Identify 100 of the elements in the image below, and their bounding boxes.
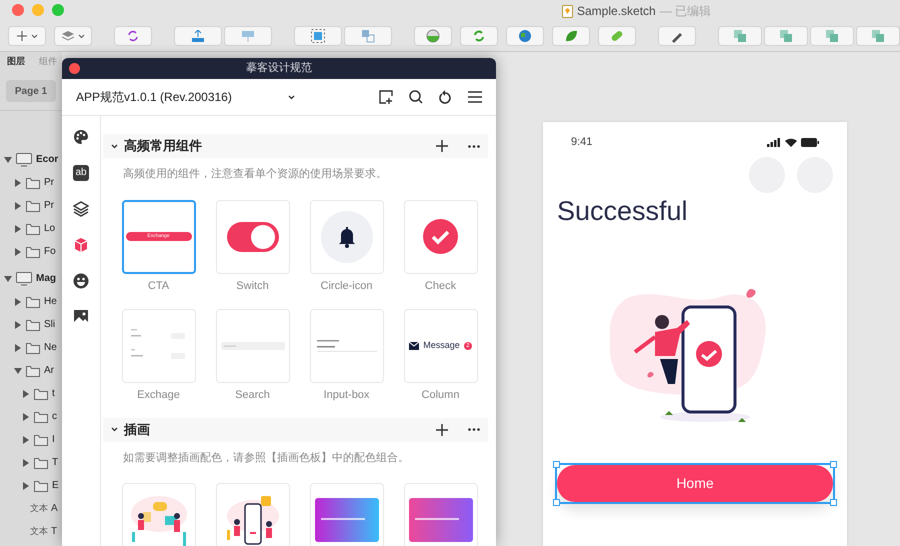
layer-name[interactable]: I — [52, 432, 55, 447]
layers-icon[interactable] — [73, 201, 89, 217]
component-label: Switch — [236, 278, 269, 294]
panel-tab[interactable]: 图层 — [7, 55, 25, 69]
smiley-icon[interactable] — [73, 273, 89, 289]
component-label: Input-box — [324, 388, 370, 403]
palette-icon[interactable] — [73, 129, 89, 145]
page-heading: Successful — [557, 194, 689, 228]
layer-name[interactable]: T — [51, 524, 58, 539]
monitor-icon — [16, 272, 32, 286]
folder-icon — [26, 176, 40, 188]
refresh-icon[interactable] — [439, 90, 452, 104]
layers-icon — [62, 31, 74, 41]
layer-name[interactable]: t — [52, 386, 55, 401]
selection-icon — [311, 29, 325, 43]
plus-icon[interactable] — [436, 424, 448, 436]
home-button[interactable]: Home — [557, 464, 833, 502]
cube-icon[interactable] — [73, 237, 89, 253]
caret-icon — [30, 34, 38, 38]
layer-name[interactable]: c — [52, 409, 57, 424]
layer-name[interactable]: Pr — [44, 175, 54, 190]
resize-handle[interactable] — [830, 460, 837, 468]
component-card[interactable] — [216, 483, 290, 546]
folder-icon — [26, 296, 40, 308]
resize-handle[interactable] — [830, 498, 837, 506]
section-header[interactable]: 高频常用组件 — [103, 134, 488, 158]
more-icon[interactable] — [468, 144, 480, 148]
envelope-icon — [409, 342, 420, 350]
leaf-icon — [564, 29, 578, 43]
globe-button[interactable] — [506, 26, 544, 46]
sync-icon — [127, 30, 139, 42]
half-circle-icon — [426, 29, 440, 43]
caret-icon — [78, 34, 84, 38]
layer-name[interactable]: E — [52, 478, 59, 493]
gradient-card-drawing — [408, 498, 472, 542]
layer-name[interactable]: Ar — [44, 363, 54, 378]
section-description: 高频使用的组件，注意查看单个资源的使用场景要求。 — [122, 166, 388, 182]
component-label: Exchage — [137, 388, 180, 403]
plus-icon[interactable] — [436, 140, 448, 152]
image-icon[interactable] — [73, 309, 89, 325]
section-header[interactable]: 插画 — [103, 418, 488, 442]
folder-icon — [26, 200, 40, 212]
shape-button[interactable] — [414, 26, 452, 46]
caret-icon — [288, 94, 295, 100]
leaf-button[interactable] — [552, 26, 590, 46]
text-style-icon[interactable]: ab — [73, 165, 89, 181]
group-button[interactable] — [294, 26, 342, 46]
edited-status: — 已编辑 — [660, 3, 712, 20]
layer-name[interactable]: Sli — [44, 317, 56, 332]
component-label: Column — [422, 388, 460, 403]
sync-button[interactable] — [114, 26, 152, 46]
overlap-icon — [733, 29, 747, 43]
more-icon[interactable] — [468, 428, 480, 431]
layer-name[interactable]: Pr — [44, 198, 54, 213]
layer-name[interactable]: Mag — [36, 271, 56, 286]
resize-handle[interactable] — [553, 460, 560, 468]
layer-name[interactable]: He — [44, 294, 57, 309]
globe-icon — [518, 29, 532, 43]
sync-button[interactable] — [460, 26, 498, 46]
folder-icon — [34, 388, 48, 400]
export-button[interactable] — [174, 26, 222, 46]
resize-handle[interactable] — [553, 498, 560, 506]
layers-button[interactable] — [54, 26, 92, 46]
layer-name[interactable]: Fo — [44, 244, 56, 259]
squares-icon — [361, 29, 375, 43]
search-icon[interactable] — [409, 90, 423, 104]
library-dropdown[interactable]: APP规范v1.0.1 (Rev.200316) — [76, 88, 295, 106]
section-title: 高频常用组件 — [124, 137, 202, 156]
plugin-title: 摹客设计规范 — [246, 60, 312, 76]
insert-button[interactable] — [8, 26, 46, 46]
close-button[interactable] — [69, 63, 80, 74]
upload-icon — [191, 30, 205, 42]
component-card[interactable] — [310, 200, 384, 274]
section-description: 如需要调整插画配色，请参照【插画色板】中的配色组合。 — [122, 450, 410, 466]
check-circle-drawing — [423, 219, 458, 254]
layer-name[interactable]: Ne — [44, 340, 57, 355]
folder-icon — [26, 318, 40, 330]
overlap-icon — [779, 29, 793, 43]
menu-icon[interactable] — [468, 91, 482, 103]
wifi-icon — [785, 138, 797, 147]
layer-name[interactable]: A — [51, 501, 58, 516]
text-layer-tag: 文本 — [30, 502, 48, 516]
layer-name[interactable]: T — [52, 455, 58, 470]
folder-icon — [26, 222, 40, 234]
battery-icon — [801, 138, 819, 147]
status-time: 9:41 — [571, 135, 592, 150]
toggle-switch-drawing — [226, 222, 278, 252]
pen-button[interactable] — [658, 26, 696, 46]
layer-name[interactable]: Lo — [44, 221, 56, 236]
folder-icon — [34, 456, 48, 468]
add-frame-icon[interactable] — [379, 90, 393, 104]
page-item[interactable]: Page 1 — [6, 80, 56, 102]
layer-name[interactable]: Ecor — [36, 152, 58, 167]
signal-icon — [767, 138, 781, 147]
overlap-icon — [871, 29, 885, 43]
folder-icon — [34, 434, 48, 446]
frame-icon — [241, 30, 255, 42]
monitor-icon — [16, 152, 32, 166]
plus-icon — [16, 31, 26, 41]
search-bar-drawing — [220, 342, 284, 350]
